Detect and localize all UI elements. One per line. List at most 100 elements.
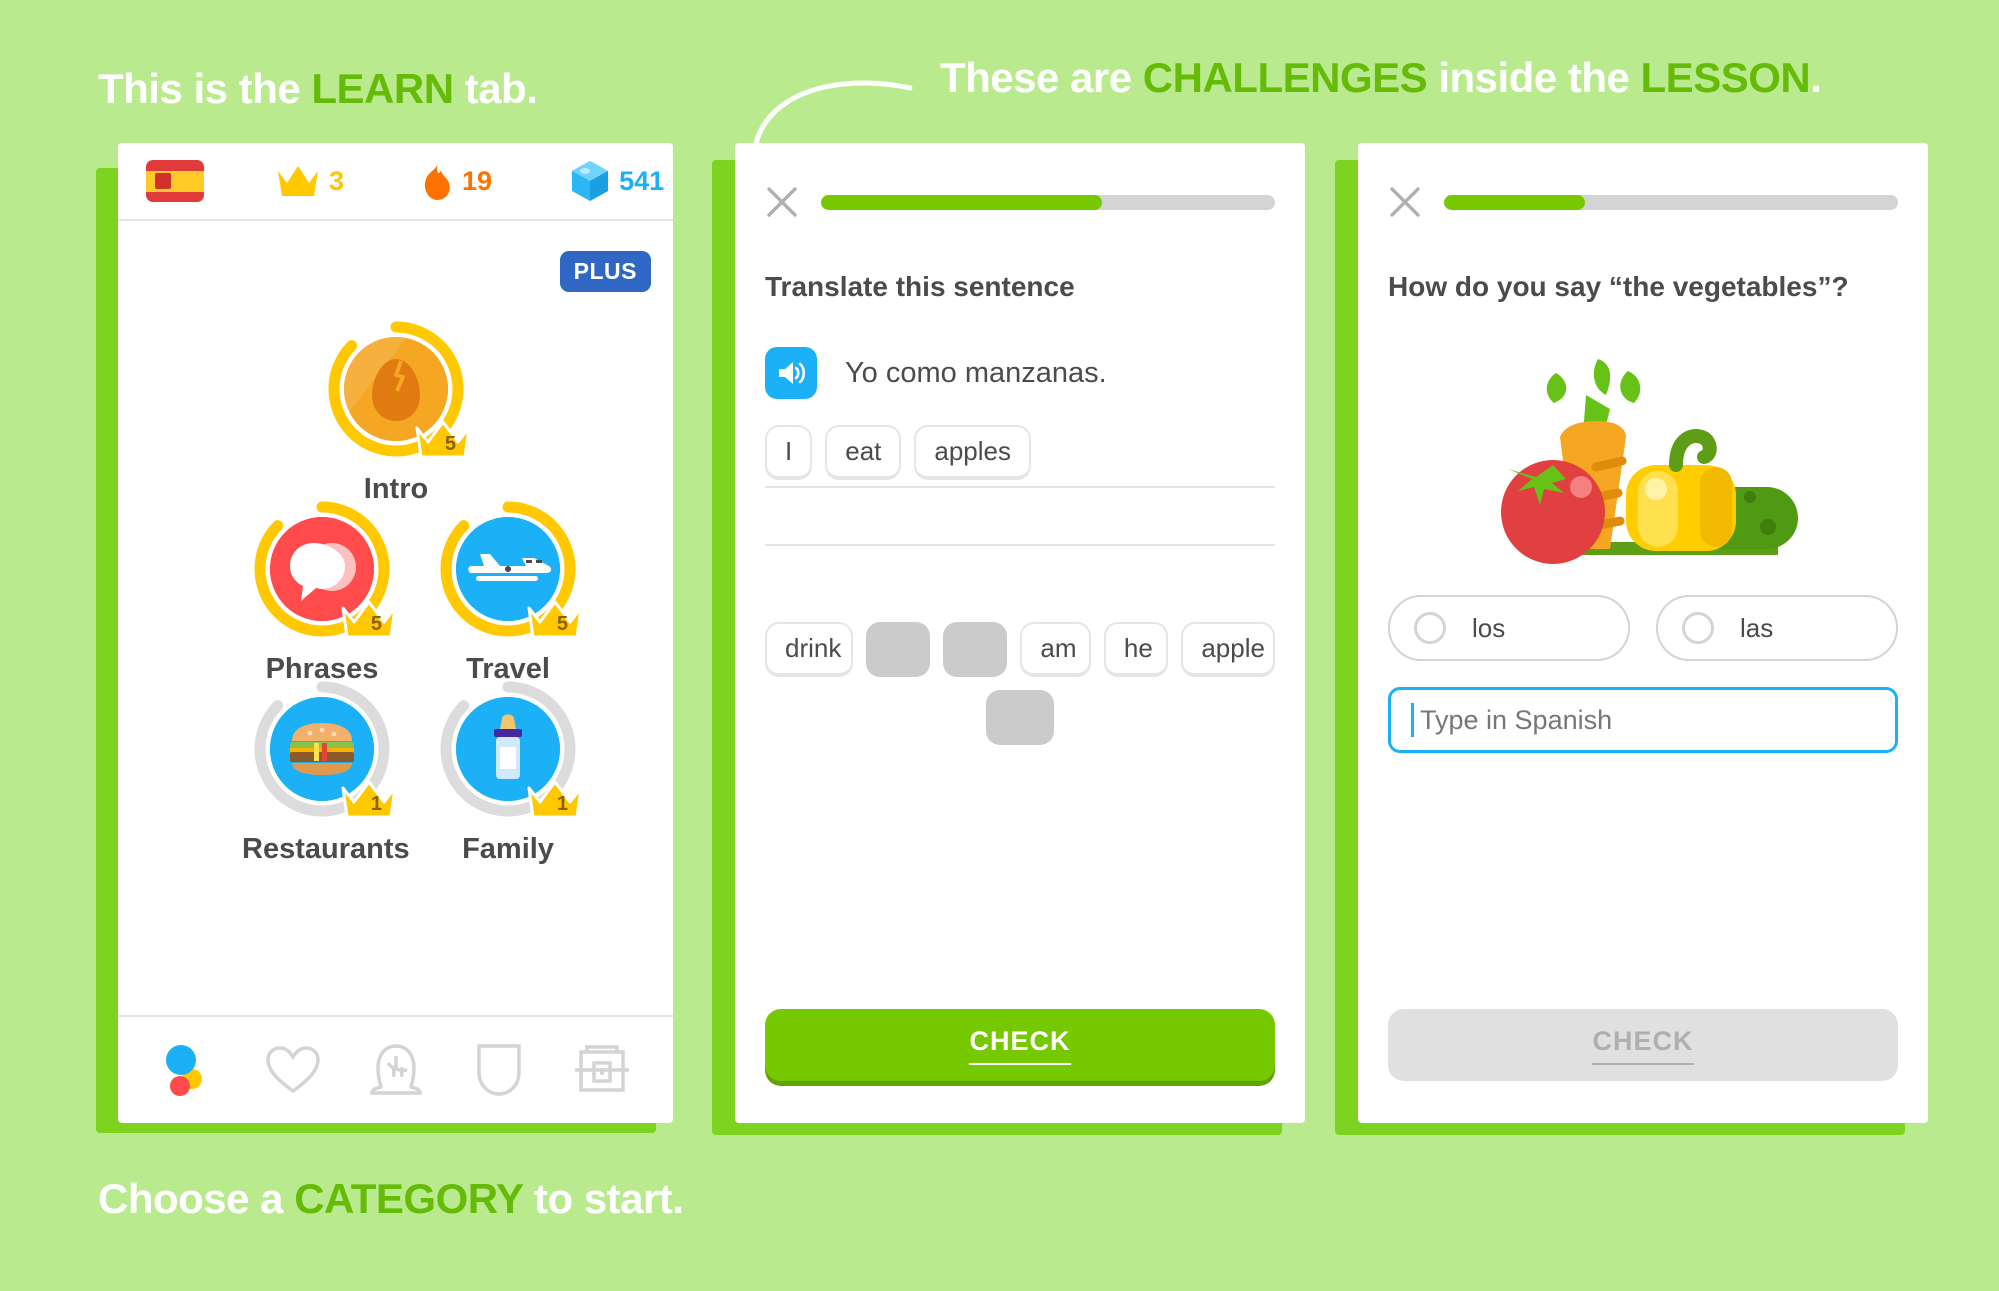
close-icon[interactable]: [765, 185, 799, 219]
crown-icon: [341, 780, 397, 819]
crown-level-family: 1: [556, 793, 568, 815]
plus-badge[interactable]: PLUS: [559, 251, 651, 292]
word-bank-tile[interactable]: am: [1020, 622, 1091, 677]
sentence-text: Yo como manzanas.: [845, 356, 1107, 389]
spanish-text-input[interactable]: Type in Spanish: [1388, 687, 1898, 753]
crown-stat[interactable]: 3: [276, 163, 344, 199]
choice-label-los: los: [1472, 612, 1506, 643]
skill-family[interactable]: 1 Family: [428, 679, 588, 866]
crown-level-travel: 5: [556, 613, 568, 635]
skill-label-family: Family: [462, 833, 554, 865]
streak-value: 19: [462, 165, 493, 196]
check-button-translate[interactable]: CHECK: [765, 1009, 1275, 1081]
radio-icon: [1682, 612, 1714, 644]
choice-label-las: las: [1740, 612, 1774, 643]
prompt-vegetables: How do you say “the vegetables”?: [1388, 271, 1849, 302]
skill-intro[interactable]: 5 Intro: [316, 319, 476, 506]
annotation-challenges-mid: inside the: [1427, 54, 1641, 101]
lesson-progress-bar: [1444, 194, 1898, 210]
word-bank-tile-used: [985, 690, 1055, 745]
annotation-learn-pre: This is the: [98, 65, 312, 112]
spanish-flag-icon[interactable]: [146, 160, 204, 202]
annotation-category-highlight: CATEGORY: [294, 1175, 523, 1222]
heart-icon: [265, 1046, 320, 1094]
crown-value: 3: [329, 165, 345, 196]
duo-dots-icon: [165, 1045, 202, 1096]
crown-icon: [278, 166, 318, 196]
crown-badge-restaurants: 1: [340, 777, 398, 821]
choice-los[interactable]: los: [1388, 595, 1630, 661]
close-icon[interactable]: [1388, 185, 1422, 219]
translate-challenge-card: Translate this sentence Yo como manzanas…: [735, 143, 1305, 1123]
choice-row: los las: [1388, 595, 1898, 661]
annotation-challenges-post: .: [1810, 54, 1822, 101]
nav-item-shield[interactable]: [468, 1039, 530, 1101]
word-bank-tile[interactable]: apple: [1181, 622, 1276, 677]
skill-ring-phrases: 5: [252, 499, 397, 639]
word-bank-row-1: drink am he apple: [765, 622, 1276, 677]
word-bank: drink am he apple: [765, 622, 1276, 745]
crown-badge-family: 1: [526, 777, 584, 821]
crown-badge-travel: 5: [526, 597, 584, 641]
annotation-category-post: to start.: [522, 1175, 684, 1222]
crown-level-restaurants: 1: [370, 793, 382, 815]
answer-tile[interactable]: I: [765, 425, 813, 480]
gem-icon: [572, 161, 609, 201]
vegetables-illustration: [1501, 359, 1798, 564]
answer-line-2[interactable]: [765, 488, 1275, 546]
choice-las[interactable]: las: [1656, 595, 1898, 661]
check-button-label: CHECK: [969, 1026, 1071, 1065]
vegetables-challenge-card: How do you say “the vegetables”? los las…: [1358, 143, 1928, 1123]
annotation-challenges: These are CHALLENGES inside the LESSON.: [940, 54, 1822, 102]
annotation-challenges-highlight: CHALLENGES: [1142, 54, 1428, 101]
answer-line-1[interactable]: Ieat apples: [765, 425, 1275, 488]
crown-level-intro: 5: [444, 433, 456, 455]
learn-tab-card: 3 19 541 PLUS 5 Intro 5 Phrases 5 Travel…: [118, 143, 673, 1123]
word-bank-tile-used: [942, 622, 1008, 677]
nav-item-profile[interactable]: [365, 1039, 427, 1101]
word-bank-row-2: [765, 690, 1275, 745]
skill-phrases[interactable]: 5 Phrases: [242, 499, 402, 686]
skill-ring-restaurants: 1: [252, 679, 397, 819]
word-bank-tile[interactable]: drink: [765, 622, 853, 677]
treasure-chest-icon: [574, 1045, 629, 1092]
lesson-progress-fill: [821, 194, 1103, 210]
speaker-button[interactable]: [765, 347, 817, 399]
answer-tile[interactable]: eat: [825, 425, 902, 480]
sentence-row: Yo como manzanas.: [765, 347, 1275, 399]
bottom-nav: [118, 1015, 673, 1123]
annotation-lesson-highlight: LESSON: [1640, 54, 1811, 101]
skill-restaurants[interactable]: 1 Restaurants: [242, 679, 410, 866]
skill-travel[interactable]: 5 Travel: [428, 499, 588, 686]
person-icon: [369, 1044, 422, 1095]
skill-tree: PLUS 5 Intro 5 Phrases 5 Travel 1 Restau…: [118, 221, 673, 1011]
lesson-progress-bar: [821, 194, 1275, 210]
stats-header: 3 19 541: [118, 143, 673, 221]
shield-icon: [476, 1044, 521, 1096]
crown-icon: [527, 600, 583, 639]
vegetables-illustration-wrap: [1358, 327, 1928, 577]
word-bank-tile-used: [865, 622, 930, 677]
annotation-learn-tab: This is the LEARN tab.: [98, 65, 538, 113]
crown-badge-intro: 5: [414, 417, 472, 461]
gem-stat[interactable]: 541: [570, 160, 664, 202]
answer-area: Ieat apples: [765, 425, 1275, 546]
check-button-vegetables[interactable]: CHECK: [1388, 1009, 1898, 1081]
gem-value: 541: [619, 165, 665, 196]
crown-level-phrases: 5: [370, 613, 382, 635]
nav-item-learn[interactable]: [159, 1039, 221, 1101]
word-bank-tile[interactable]: he: [1103, 622, 1169, 677]
skill-ring-travel: 5: [438, 499, 583, 639]
annotation-challenges-pre: These are: [940, 54, 1143, 101]
answer-tile[interactable]: apples: [914, 425, 1032, 480]
streak-stat[interactable]: 19: [420, 161, 492, 201]
crown-icon: [415, 420, 471, 459]
annotation-category-pre: Choose a: [98, 1175, 295, 1222]
lesson-progress-fill: [1444, 194, 1585, 210]
input-placeholder: Type in Spanish: [1420, 704, 1613, 735]
radio-icon: [1414, 612, 1446, 644]
crown-badge-phrases: 5: [340, 597, 398, 641]
skill-ring-family: 1: [438, 679, 583, 819]
nav-item-chest[interactable]: [571, 1039, 633, 1101]
nav-item-health[interactable]: [262, 1039, 324, 1101]
